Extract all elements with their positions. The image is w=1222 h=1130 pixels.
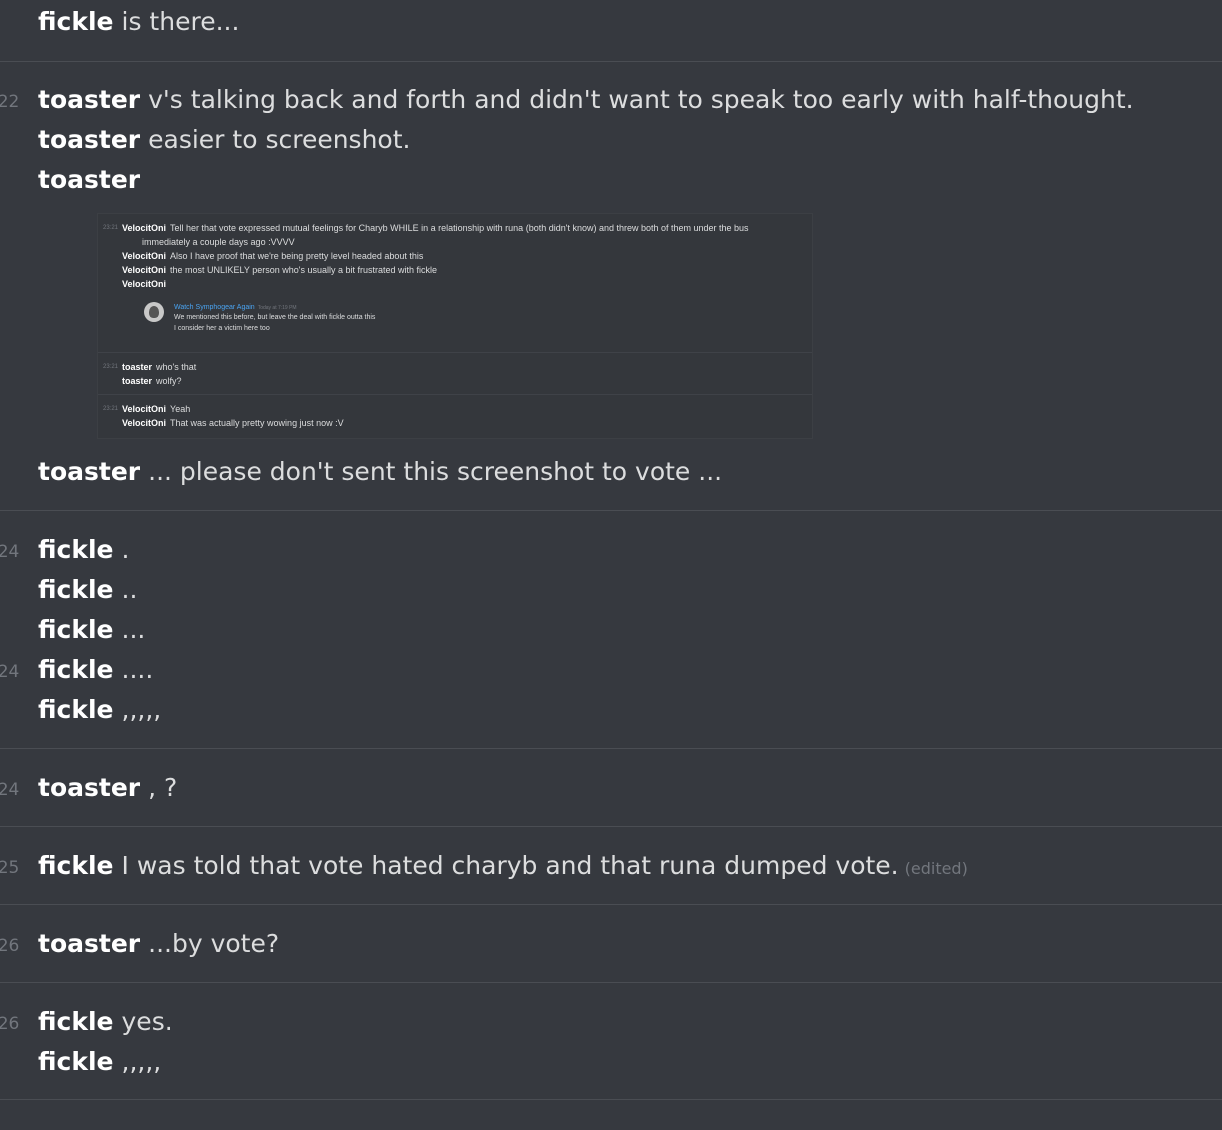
embed-line: VelocitOni Tell her that vote expressed m… <box>122 221 749 235</box>
quote-timestamp: Today at 7:19 PM <box>257 305 297 311</box>
message-line: toaster <box>38 164 148 196</box>
embed-text: That was actually pretty wowing just now… <box>170 418 344 428</box>
embed-author: toaster <box>122 376 153 386</box>
message-line: fickle yes. <box>38 1006 173 1038</box>
author-name[interactable]: toaster <box>38 457 140 486</box>
message-text: ,,,,, <box>121 695 162 724</box>
embed-line: VelocitOni Also I have proof that we're b… <box>122 249 423 263</box>
message-line: toaster ...by vote? <box>38 928 279 960</box>
embed-text: Also I have proof that we're being prett… <box>170 251 424 261</box>
embed-line: immediately a couple days ago :VVVV <box>142 235 295 249</box>
message-line: toaster v's talking back and forth and di… <box>38 84 1134 116</box>
message-line: fickle... <box>38 614 145 646</box>
author-name[interactable]: fickle <box>38 695 114 724</box>
timestamp[interactable]: :26 <box>0 930 19 962</box>
message-text: ... <box>121 615 146 644</box>
timestamp[interactable]: :26 <box>0 1008 19 1040</box>
message-text: ...by vote? <box>148 929 280 958</box>
author-name[interactable]: toaster <box>38 929 140 958</box>
message-divider <box>0 982 1222 983</box>
timestamp[interactable]: :25 <box>0 852 19 884</box>
embed-line: VelocitOni Yeah <box>122 402 190 416</box>
author-name[interactable]: toaster <box>38 773 140 802</box>
timestamp[interactable]: :22 <box>0 86 19 118</box>
message-line: toaster easier to screenshot. <box>38 124 410 156</box>
embed-line: VelocitOni That was actually pretty wowin… <box>122 416 344 430</box>
author-name[interactable]: fickle <box>38 535 114 564</box>
quote-text: I consider her a victim here too <box>174 325 270 332</box>
screenshot-attachment[interactable]: 23:21 VelocitOni Tell her that vote expre… <box>97 213 813 439</box>
message-divider <box>0 748 1222 749</box>
embed-line: VelocitOni the most UNLIKELY person who's… <box>122 263 437 277</box>
embed-text: who's that <box>156 362 197 372</box>
message-text: v's talking back and forth and didn't wa… <box>148 85 1134 114</box>
message-divider <box>0 61 1222 62</box>
message-text: ... please don't sent this screenshot to… <box>148 457 723 486</box>
embed-author: VelocitOni <box>122 251 167 261</box>
quote-author: Watch Symphogear Again <box>174 304 255 311</box>
message-divider <box>0 510 1222 511</box>
message-divider <box>0 904 1222 905</box>
timestamp[interactable]: :24 <box>0 774 19 806</box>
embed-author: VelocitOni <box>122 265 167 275</box>
message-divider <box>0 1099 1222 1100</box>
message-text: easier to screenshot. <box>148 125 411 154</box>
author-name[interactable]: fickle <box>38 1047 114 1076</box>
embed-line: toaster wolfy? <box>122 374 182 388</box>
quote-header: Watch Symphogear Again Today at 7:19 PM <box>174 303 297 313</box>
message-text: , ? <box>148 773 178 802</box>
embed-line: toaster who's that <box>122 360 196 374</box>
embed-divider <box>98 352 812 353</box>
message-text: .... <box>121 655 154 684</box>
author-name[interactable]: toaster <box>38 165 140 194</box>
timestamp[interactable]: :24 <box>0 656 19 688</box>
embed-author: toaster <box>122 362 153 372</box>
embed-author: VelocitOni <box>122 279 167 289</box>
message-line: toaster , ? <box>38 772 177 804</box>
author-name[interactable]: fickle <box>38 655 114 684</box>
message-line: fickle is there... <box>38 6 239 38</box>
embed-text: immediately a couple days ago :VVVV <box>142 237 295 247</box>
message-line: fickle,,,,, <box>38 1046 161 1078</box>
message-text: is there... <box>121 7 240 36</box>
author-name[interactable]: toaster <box>38 125 140 154</box>
message-line: fickle I was told that vote hated charyb … <box>38 850 968 885</box>
timestamp[interactable]: :24 <box>0 536 19 568</box>
author-name[interactable]: fickle <box>38 851 114 880</box>
quote-text: We mentioned this before, but leave the … <box>174 314 376 321</box>
message-line: fickle.... <box>38 654 153 686</box>
author-name[interactable]: toaster <box>38 85 140 114</box>
embed-divider <box>98 394 812 395</box>
embed-author: VelocitOni <box>122 223 167 233</box>
embed-text: wolfy? <box>156 376 182 386</box>
embed-author: VelocitOni <box>122 418 167 428</box>
embed-timestamp: 23:21 <box>103 364 119 370</box>
author-name[interactable]: fickle <box>38 1007 114 1036</box>
avatar <box>144 302 164 322</box>
author-name[interactable]: fickle <box>38 615 114 644</box>
message-text: . <box>121 535 130 564</box>
author-name[interactable]: fickle <box>38 7 114 36</box>
message-line: fickle. <box>38 534 129 566</box>
embed-text: Yeah <box>170 404 191 414</box>
author-name[interactable]: fickle <box>38 575 114 604</box>
message-text: yes. <box>121 1007 173 1036</box>
embed-author: VelocitOni <box>122 404 167 414</box>
message-text: I was told that vote hated charyb and th… <box>121 851 899 880</box>
message-line: fickle,,,,, <box>38 694 161 726</box>
edited-label: (edited) <box>904 859 968 878</box>
message-divider <box>0 826 1222 827</box>
message-line: toaster ... please don't sent this screen… <box>38 456 722 488</box>
message-text: ,,,,, <box>121 1047 162 1076</box>
embed-text: Tell her that vote expressed mutual feel… <box>170 223 749 233</box>
message-text: .. <box>121 575 138 604</box>
message-line: fickle.. <box>38 574 137 606</box>
embed-text: the most UNLIKELY person who's usually a… <box>170 265 438 275</box>
embed-line: VelocitOni <box>122 277 170 291</box>
embed-timestamp: 23:21 <box>103 406 119 412</box>
embed-timestamp: 23:21 <box>103 225 119 231</box>
